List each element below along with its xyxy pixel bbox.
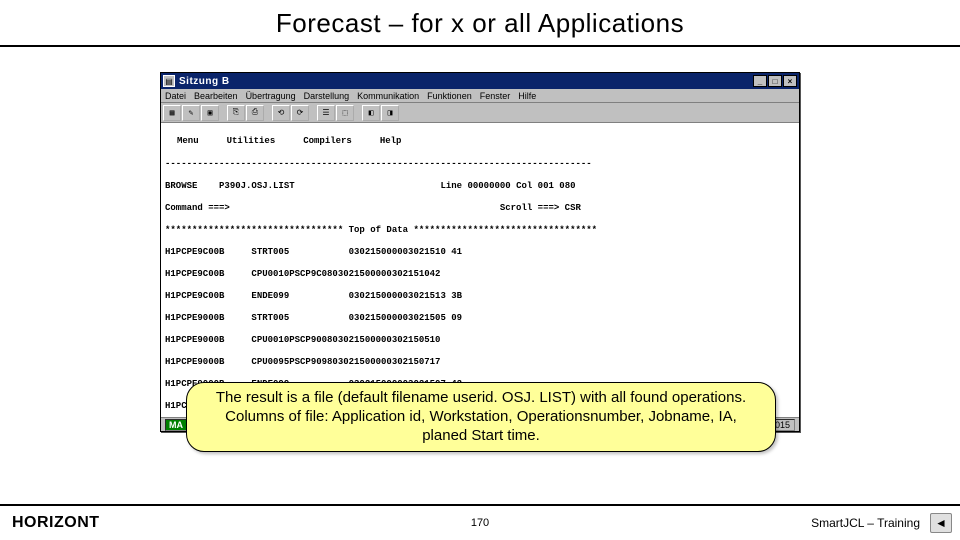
term-menu-item[interactable]: Compilers bbox=[303, 136, 352, 147]
maximize-button[interactable]: □ bbox=[768, 75, 782, 87]
toolbar: ▦ ✎ ▣ ⎘ ⎙ ⟲ ⟳ ☰ ⬚ ◧ ◨ bbox=[161, 103, 799, 123]
footer-page: 170 bbox=[471, 517, 489, 529]
system-menu-icon[interactable]: ▤ bbox=[163, 75, 175, 87]
toolbar-button[interactable]: ◨ bbox=[381, 105, 399, 121]
toolbar-button[interactable]: ⎙ bbox=[246, 105, 264, 121]
menubar: Datei Bearbeiten Übertragung Darstellung… bbox=[161, 89, 799, 103]
footer: HORIZONT 170 SmartJCL – Training ◄ bbox=[0, 504, 960, 540]
menu-uebertragung[interactable]: Übertragung bbox=[246, 91, 296, 101]
browse-label: BROWSE bbox=[165, 181, 197, 192]
status-ma: MA bbox=[165, 419, 187, 431]
menu-darstellung[interactable]: Darstellung bbox=[304, 91, 350, 101]
data-row: H1PCPE9000B STRT005 030215000003021505 0… bbox=[165, 313, 795, 324]
callout-text: The result is a file (default filename u… bbox=[216, 389, 746, 444]
term-menu-item[interactable]: Help bbox=[380, 136, 402, 147]
toolbar-button[interactable]: ⬚ bbox=[336, 105, 354, 121]
data-row: H1PCPE9C00B STRT005 030215000003021510 4… bbox=[165, 247, 795, 258]
slide-title: Forecast – for x or all Applications bbox=[0, 0, 960, 43]
dataset-name: P390J.OSJ.LIST bbox=[219, 181, 295, 192]
toolbar-button[interactable]: ⟳ bbox=[291, 105, 309, 121]
data-row: H1PCPE9000B CPU0095PSCP90980302150000030… bbox=[165, 357, 795, 368]
menu-hilfe[interactable]: Hilfe bbox=[518, 91, 536, 101]
terminal-window: ▤ Sitzung B _ □ × Datei Bearbeiten Übert… bbox=[160, 72, 800, 432]
data-row: H1PCPE9C00B CPU0010PSCP9C080302150000030… bbox=[165, 269, 795, 280]
toolbar-button[interactable]: ⟲ bbox=[272, 105, 290, 121]
prev-slide-button[interactable]: ◄ bbox=[930, 513, 952, 533]
toolbar-button[interactable]: ▣ bbox=[201, 105, 219, 121]
menu-datei[interactable]: Datei bbox=[165, 91, 186, 101]
minimize-button[interactable]: _ bbox=[753, 75, 767, 87]
title-divider bbox=[0, 45, 960, 47]
window-title: Sitzung B bbox=[179, 76, 753, 87]
footer-brand: HORIZONT bbox=[12, 514, 100, 532]
term-divider: ----------------------------------------… bbox=[165, 159, 795, 170]
menu-bearbeiten[interactable]: Bearbeiten bbox=[194, 91, 238, 101]
close-button[interactable]: × bbox=[783, 75, 797, 87]
data-row: H1PCPE9000B CPU0010PSCP90080302150000030… bbox=[165, 335, 795, 346]
data-row: H1PCPE9C00B ENDE099 030215000003021513 3… bbox=[165, 291, 795, 302]
chevron-left-icon: ◄ bbox=[935, 516, 947, 530]
menu-funktionen[interactable]: Funktionen bbox=[427, 91, 472, 101]
toolbar-button[interactable]: ✎ bbox=[182, 105, 200, 121]
terminal-area[interactable]: Menu Utilities Compilers Help -------------… bbox=[161, 123, 799, 419]
toolbar-button[interactable]: ◧ bbox=[362, 105, 380, 121]
toolbar-button[interactable]: ☰ bbox=[317, 105, 335, 121]
toolbar-button[interactable]: ▦ bbox=[163, 105, 181, 121]
scroll-label: Scroll ===> CSR bbox=[500, 203, 581, 214]
menu-fenster[interactable]: Fenster bbox=[480, 91, 511, 101]
titlebar: ▤ Sitzung B _ □ × bbox=[161, 73, 799, 89]
callout-box: The result is a file (default filename u… bbox=[186, 382, 776, 452]
window-controls: _ □ × bbox=[753, 75, 797, 87]
command-label: Command ===> bbox=[165, 203, 230, 214]
top-of-data: ********************************* Top of… bbox=[165, 225, 795, 236]
footer-right: SmartJCL – Training bbox=[811, 516, 920, 530]
menu-kommunikation[interactable]: Kommunikation bbox=[357, 91, 419, 101]
line-col-info: Line 00000000 Col 001 080 bbox=[440, 181, 575, 192]
term-menu-item[interactable]: Utilities bbox=[227, 136, 276, 147]
term-menu-item[interactable]: Menu bbox=[177, 136, 199, 147]
toolbar-button[interactable]: ⎘ bbox=[227, 105, 245, 121]
